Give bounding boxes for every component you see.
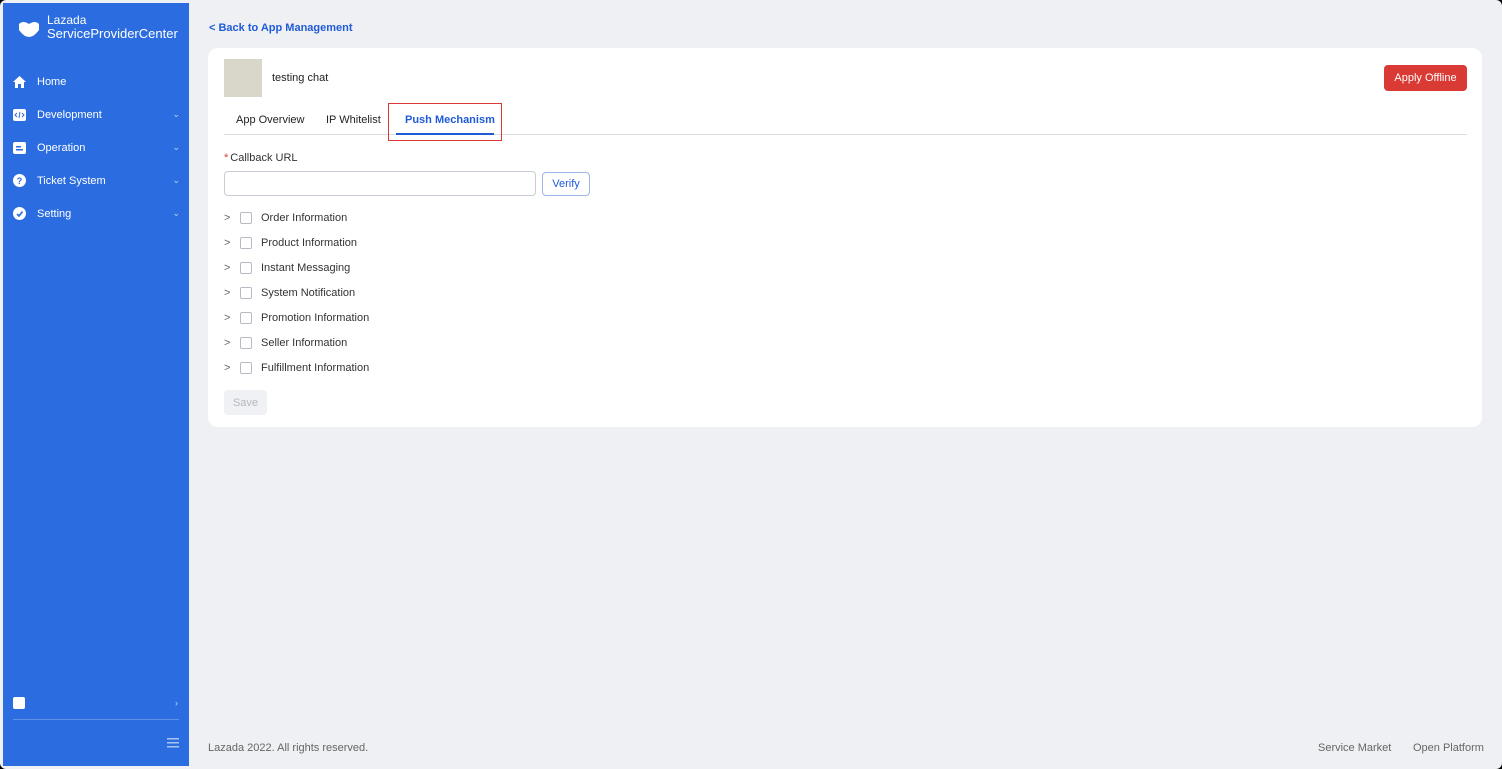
account-icon[interactable] xyxy=(13,697,25,709)
chevron-down-icon: ⌄ xyxy=(172,109,180,119)
app-frame: Lazada ServiceProviderCenter Home Develo… xyxy=(0,0,1502,769)
section-checkbox[interactable] xyxy=(240,312,252,324)
section-instant-messaging: > Instant Messaging xyxy=(224,259,350,277)
sidebar-item-home[interactable]: Home xyxy=(3,65,189,98)
svg-text:?: ? xyxy=(17,176,23,186)
section-checkbox[interactable] xyxy=(240,337,252,349)
chevron-down-icon: ⌄ xyxy=(172,175,180,185)
operation-icon xyxy=(13,141,26,154)
footer-link-service-market[interactable]: Service Market xyxy=(1318,742,1391,754)
sidebar-item-development[interactable]: Development ⌄ xyxy=(3,98,189,131)
chevron-right-icon[interactable]: > xyxy=(224,287,234,299)
tab-highlight-box xyxy=(388,103,502,141)
section-checkbox[interactable] xyxy=(240,262,252,274)
sidebar-item-label: Setting xyxy=(37,207,72,220)
sidebar: Lazada ServiceProviderCenter Home Develo… xyxy=(3,3,189,766)
settings-icon xyxy=(13,207,26,220)
app-name: testing chat xyxy=(272,72,329,84)
code-icon xyxy=(13,108,26,121)
chevron-right-icon[interactable]: > xyxy=(224,337,234,349)
sidebar-divider xyxy=(13,719,179,720)
verify-button[interactable]: Verify xyxy=(542,172,590,196)
section-system-notification: > System Notification xyxy=(224,284,355,302)
app-thumbnail xyxy=(224,59,262,97)
chevron-down-icon: ⌄ xyxy=(172,208,180,218)
section-checkbox[interactable] xyxy=(240,362,252,374)
section-label: Fulfillment Information xyxy=(261,362,370,374)
chevron-right-icon[interactable]: > xyxy=(224,262,234,274)
apply-offline-button[interactable]: Apply Offline xyxy=(1384,65,1467,91)
footer-link-open-platform[interactable]: Open Platform xyxy=(1413,742,1484,754)
section-checkbox[interactable] xyxy=(240,237,252,249)
sidebar-item-ticket-system[interactable]: ? Ticket System ⌄ xyxy=(3,164,189,197)
sidebar-item-label: Development xyxy=(37,108,102,121)
save-button[interactable]: Save xyxy=(224,390,267,415)
back-to-app-management-link[interactable]: < Back to App Management xyxy=(209,22,353,34)
section-checkbox[interactable] xyxy=(240,212,252,224)
home-icon xyxy=(13,75,26,88)
required-mark: * xyxy=(224,152,229,164)
question-icon: ? xyxy=(13,174,26,187)
chevron-right-icon[interactable]: > xyxy=(224,362,234,374)
footer-copyright: Lazada 2022. All rights reserved. xyxy=(208,742,369,754)
app-detail-card: testing chat Apply Offline App Overview … xyxy=(208,48,1482,427)
section-order-information: > Order Information xyxy=(224,209,347,227)
chevron-right-icon[interactable]: › xyxy=(175,698,178,708)
section-label: Order Information xyxy=(261,212,348,224)
chevron-right-icon[interactable]: > xyxy=(224,212,234,224)
brand-name: Lazada ServiceProviderCenter xyxy=(47,14,178,41)
section-promotion-information: > Promotion Information xyxy=(224,309,369,327)
sidebar-item-label: Operation xyxy=(37,141,86,154)
chevron-right-icon[interactable]: > xyxy=(224,312,234,324)
collapse-menu-icon[interactable] xyxy=(167,738,179,748)
section-fulfillment-information: > Fulfillment Information xyxy=(224,359,369,377)
callback-url-label-text: Callback URL xyxy=(230,152,298,164)
section-label: Instant Messaging xyxy=(261,262,351,274)
brand-line2: ServiceProviderCenter xyxy=(47,26,178,41)
section-product-information: > Product Information xyxy=(224,234,357,252)
chevron-down-icon: ⌄ xyxy=(172,142,180,152)
section-label: Promotion Information xyxy=(261,312,370,324)
tab-app-overview[interactable]: App Overview xyxy=(236,106,304,134)
callback-url-label: * Callback URL xyxy=(224,152,298,164)
sidebar-item-label: Home xyxy=(37,75,67,88)
sidebar-item-setting[interactable]: Setting ⌄ xyxy=(3,197,189,230)
brand-logo[interactable]: Lazada ServiceProviderCenter xyxy=(18,14,178,40)
section-label: System Notification xyxy=(261,287,356,299)
section-label: Seller Information xyxy=(261,337,348,349)
section-seller-information: > Seller Information xyxy=(224,334,347,352)
sidebar-nav: Home Development ⌄ Operation ⌄ ? Ticket … xyxy=(3,65,189,230)
sidebar-item-label: Ticket System xyxy=(37,174,106,187)
section-label: Product Information xyxy=(261,237,357,249)
lazada-logo-icon xyxy=(19,22,39,37)
callback-url-input[interactable] xyxy=(224,171,536,196)
chevron-right-icon[interactable]: > xyxy=(224,237,234,249)
tab-ip-whitelist[interactable]: IP Whitelist xyxy=(326,106,381,134)
sidebar-item-operation[interactable]: Operation ⌄ xyxy=(3,131,189,164)
section-checkbox[interactable] xyxy=(240,287,252,299)
